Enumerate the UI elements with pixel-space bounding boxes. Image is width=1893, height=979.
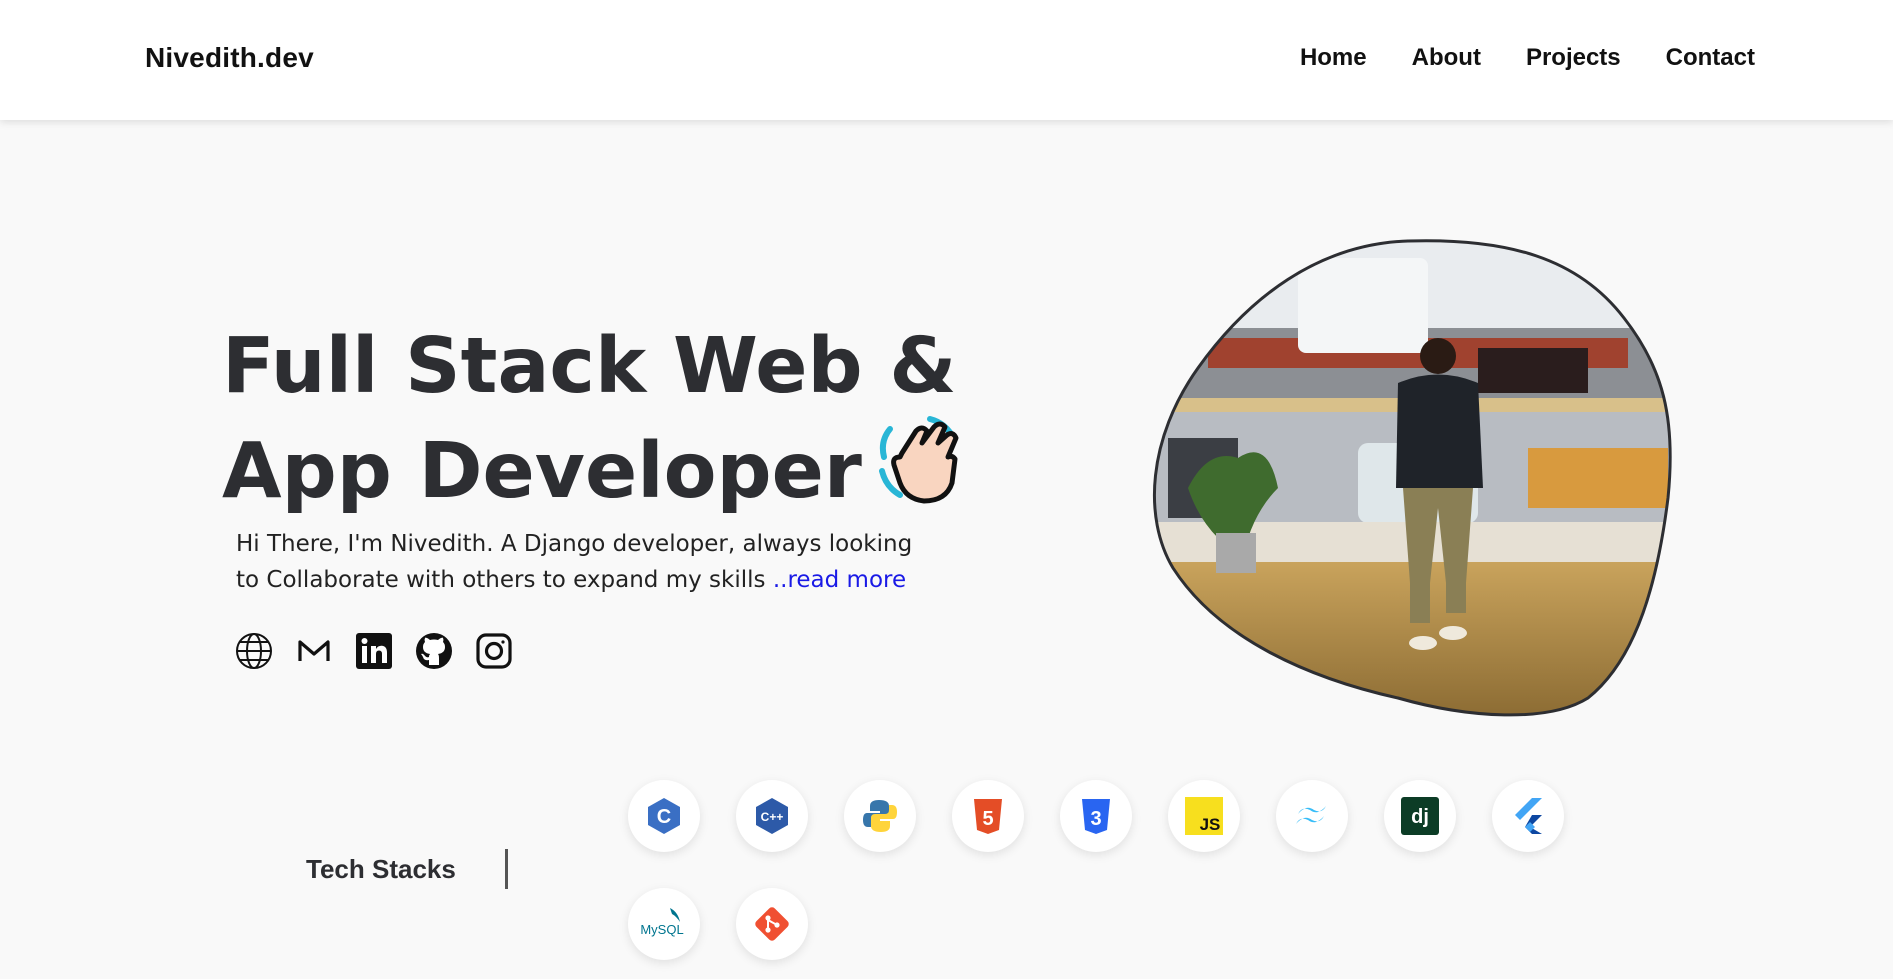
c-icon: C bbox=[628, 780, 700, 852]
read-more-link[interactable]: ..read more bbox=[773, 567, 906, 593]
navbar: Nivedith.dev Home About Projects Contact bbox=[0, 0, 1893, 120]
flutter-icon bbox=[1492, 780, 1564, 852]
javascript-icon: JS bbox=[1168, 780, 1240, 852]
hero-title-line-1: Full Stack Web & bbox=[222, 322, 957, 411]
site-logo[interactable]: Nivedith.dev bbox=[145, 42, 314, 74]
nav-contact[interactable]: Contact bbox=[1666, 44, 1755, 72]
tech-stacks-label: Tech Stacks bbox=[306, 854, 456, 884]
hero-description: Hi There, I'm Nivedith. A Django develop… bbox=[236, 526, 936, 598]
django-icon: dj bbox=[1384, 780, 1456, 852]
html5-icon: 5 bbox=[952, 780, 1024, 852]
nav-about[interactable]: About bbox=[1412, 44, 1481, 72]
globe-icon[interactable] bbox=[234, 631, 274, 671]
social-links bbox=[234, 631, 514, 671]
nav-home[interactable]: Home bbox=[1300, 44, 1367, 72]
css3-icon-text: 3 bbox=[1090, 808, 1101, 830]
django-icon-text: dj bbox=[1411, 806, 1429, 828]
javascript-icon-text: JS bbox=[1200, 815, 1221, 834]
linkedin-icon[interactable] bbox=[354, 631, 394, 671]
tailwind-icon bbox=[1276, 780, 1348, 852]
c-icon-text: C bbox=[657, 806, 671, 828]
hero-title-line-2: App Developer bbox=[222, 413, 982, 518]
mysql-icon: MySQL bbox=[628, 888, 700, 960]
github-icon[interactable] bbox=[414, 631, 454, 671]
html5-icon-text: 5 bbox=[982, 808, 993, 830]
python-icon bbox=[844, 780, 916, 852]
css3-icon: 3 bbox=[1060, 780, 1132, 852]
hero-title: Full Stack Web & App Developer bbox=[222, 320, 982, 518]
cpp-icon-text: C++ bbox=[761, 810, 784, 824]
gmail-icon[interactable] bbox=[294, 631, 334, 671]
waving-hand-icon bbox=[878, 416, 959, 504]
instagram-icon[interactable] bbox=[474, 631, 514, 671]
hero-title-line-2-text: App Developer bbox=[222, 427, 862, 516]
cpp-icon: C++ bbox=[736, 780, 808, 852]
mysql-icon-text: MySQL bbox=[640, 922, 683, 937]
nav-projects[interactable]: Projects bbox=[1526, 44, 1621, 72]
profile-photo bbox=[1152, 239, 1672, 717]
git-icon bbox=[736, 888, 808, 960]
tech-stacks-divider bbox=[505, 849, 508, 889]
nav-links: Home About Projects Contact bbox=[1300, 44, 1755, 72]
